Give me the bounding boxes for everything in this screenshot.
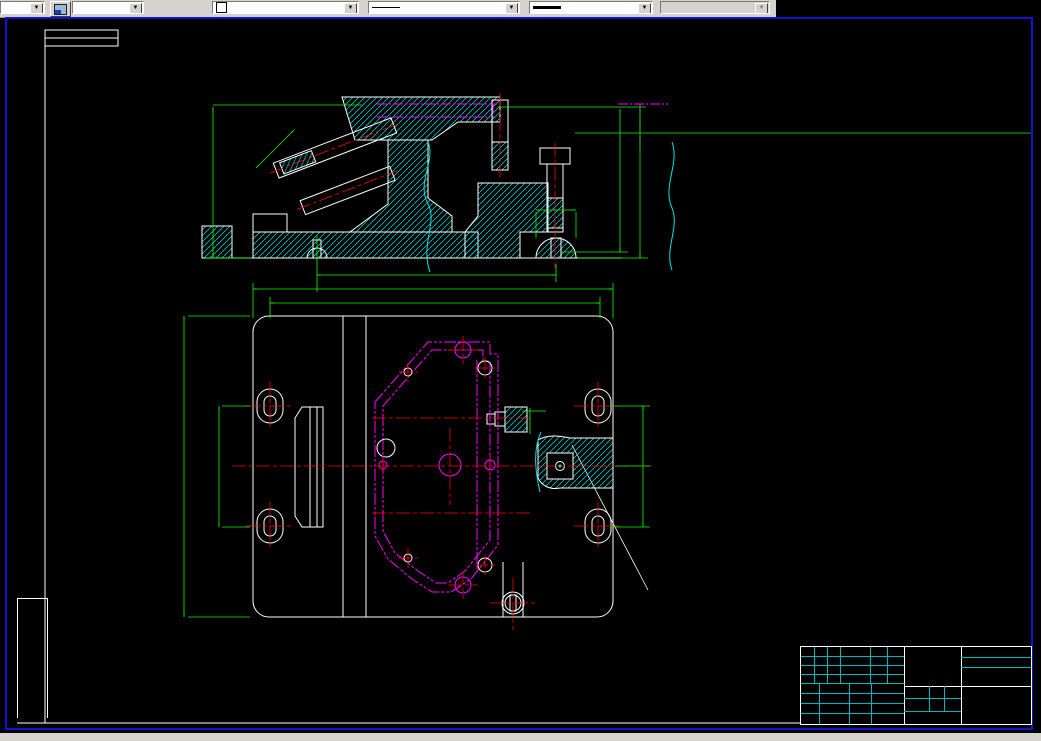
- plan-view: [232, 315, 652, 630]
- chevron-down-icon[interactable]: ▼: [129, 3, 142, 13]
- lineweight-control-combo[interactable]: ▼: [529, 1, 653, 14]
- color-control-combo[interactable]: ▼: [212, 1, 359, 14]
- chevron-down-icon[interactable]: ▼: [505, 3, 518, 13]
- section-view: [201, 93, 675, 273]
- chevron-down-icon[interactable]: ▼: [638, 3, 651, 13]
- clamp-hatch: [504, 406, 614, 493]
- sheet-frame: [17, 29, 1030, 724]
- layers-icon: [54, 3, 67, 15]
- linetype-control-combo[interactable]: ▼: [368, 1, 520, 14]
- properties-toolbar: ▼ ▼ ▼ ▼ ▼ ▼: [0, 0, 776, 18]
- chevron-down-icon: ▼: [755, 3, 768, 13]
- plot-style-combo: ▼: [660, 1, 770, 14]
- title-block: [800, 646, 1032, 725]
- lineweight-sample-icon: [533, 6, 561, 9]
- layers-icon-button[interactable]: [50, 1, 71, 17]
- drawing-title: [905, 650, 960, 684]
- color-swatch-icon: [216, 2, 227, 13]
- cad-app-window: { "toolbar": { "dim_style_partial": "全",…: [0, 0, 1041, 741]
- dim-style-combo[interactable]: ▼: [0, 1, 45, 14]
- margin-table: [17, 598, 48, 718]
- technical-requirements: [768, 336, 948, 348]
- workpiece-outline: [374, 341, 499, 593]
- layout-tab-strip: [0, 733, 1041, 741]
- linetype-sample-icon: [372, 7, 400, 8]
- chevron-down-icon[interactable]: ▼: [344, 3, 357, 13]
- drawing-canvas[interactable]: [7, 19, 1031, 730]
- chevron-down-icon[interactable]: ▼: [30, 3, 43, 13]
- text-style-combo[interactable]: ▼: [72, 1, 144, 14]
- dimension-lines: [183, 104, 1031, 618]
